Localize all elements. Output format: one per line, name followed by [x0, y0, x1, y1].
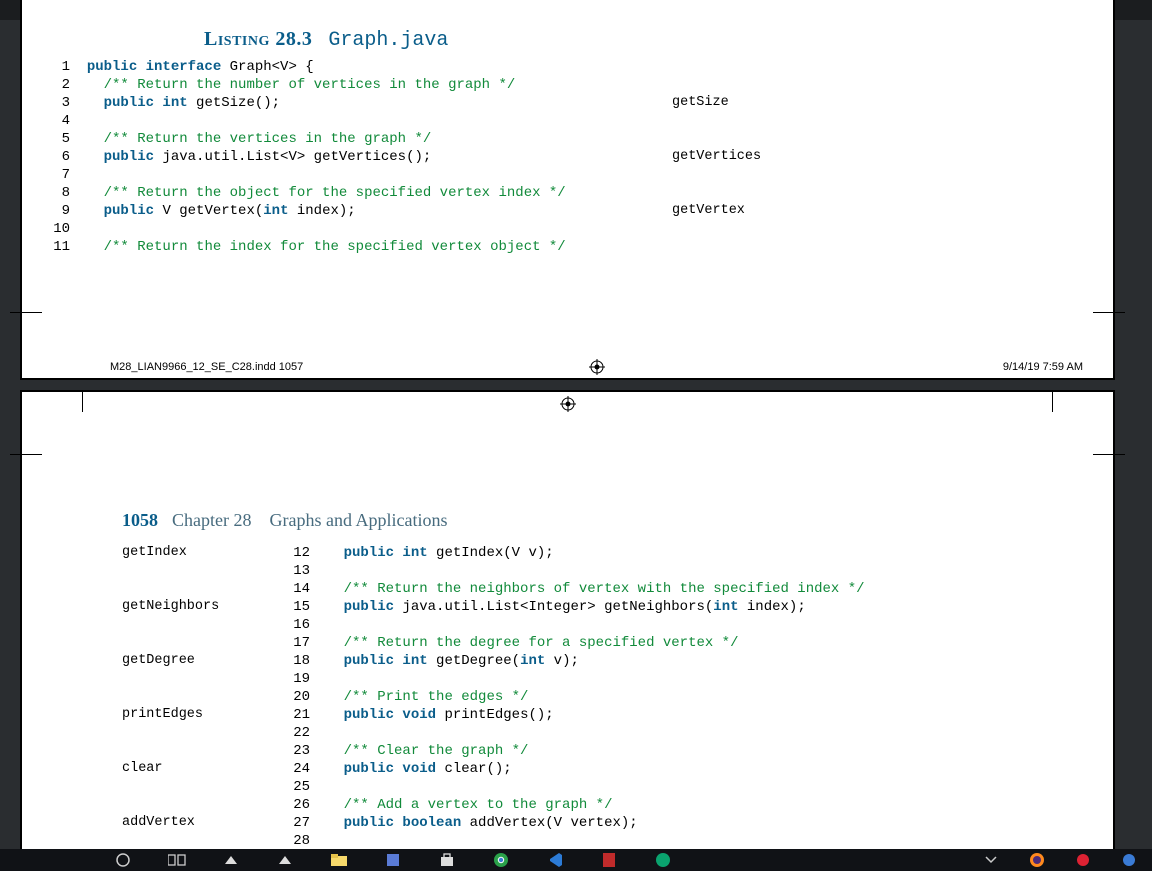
code-line: 9 public V getVertex(int index); [44, 202, 566, 220]
code-line: 26 /** Add a vertex to the graph */ [284, 796, 865, 814]
code-line: 8 /** Return the object for the specifie… [44, 184, 566, 202]
margin-note: getSize [672, 94, 761, 112]
file-explorer-icon[interactable] [326, 851, 352, 869]
margin-note [672, 166, 761, 184]
windows-taskbar[interactable] [0, 849, 1152, 871]
margin-note: clear [122, 760, 219, 778]
code-line: 4 [44, 112, 566, 130]
margin-note [122, 742, 219, 760]
code-line: 27 public boolean addVertex(V vertex); [284, 814, 865, 832]
margin-note [122, 562, 219, 580]
registration-mark-icon [589, 359, 605, 375]
code-line: 7 [44, 166, 566, 184]
code-line: 21 public void printEdges(); [284, 706, 865, 724]
chrome-icon[interactable] [488, 851, 514, 869]
footer-datetime: 9/14/19 7:59 AM [1003, 361, 1083, 373]
page-header: 1058 Chapter 28 Graphs and Applications [122, 510, 447, 531]
pdf-page-1: Listing 28.3 Graph.java 1 public interfa… [20, 0, 1115, 380]
listing-filename: Graph.java [328, 29, 448, 52]
code-line: 16 [284, 616, 865, 634]
page-footer: M28_LIAN9966_12_SE_C28.indd 1057 9/14/19… [110, 358, 1083, 376]
margin-note [122, 634, 219, 652]
app-icon[interactable] [218, 851, 244, 869]
margin-note: getDegree [122, 652, 219, 670]
pdf-reader-icon[interactable] [596, 851, 622, 869]
code-line: 23 /** Clear the graph */ [284, 742, 865, 760]
margin-note [672, 220, 761, 238]
app-icon[interactable] [650, 851, 676, 869]
margin-note [122, 670, 219, 688]
code-line: 13 [284, 562, 865, 580]
margin-note [672, 130, 761, 148]
code-listing-1: 1 public interface Graph<V> {2 /** Retur… [44, 58, 566, 256]
code-line: 19 [284, 670, 865, 688]
listing-heading: Listing 28.3 Graph.java [204, 28, 448, 52]
code-line: 5 /** Return the vertices in the graph *… [44, 130, 566, 148]
listing-label: Listing 28.3 [204, 28, 312, 50]
chapter-title: Graphs and Applications [269, 510, 447, 530]
tray-icon[interactable] [1070, 851, 1096, 869]
crop-mark [82, 390, 83, 412]
app-icon[interactable] [380, 851, 406, 869]
margin-note [672, 238, 761, 256]
task-view-icon[interactable] [164, 851, 190, 869]
margin-note [122, 580, 219, 598]
store-icon[interactable] [434, 851, 460, 869]
code-line: 11 /** Return the index for the specifie… [44, 238, 566, 256]
code-line: 12 public int getIndex(V v); [284, 544, 865, 562]
code-line: 10 [44, 220, 566, 238]
code-line: 14 /** Return the neighbors of vertex wi… [284, 580, 865, 598]
code-line: 17 /** Return the degree for a specified… [284, 634, 865, 652]
tray-icon[interactable] [1116, 851, 1142, 869]
code-line: 22 [284, 724, 865, 742]
code-line: 2 /** Return the number of vertices in t… [44, 76, 566, 94]
margin-note: addVertex [122, 814, 219, 832]
code-line: 1 public interface Graph<V> { [44, 58, 566, 76]
crop-mark [10, 454, 42, 455]
margin-annotations-2: getIndex getNeighbors getDegree printEdges c… [122, 544, 219, 868]
cortana-icon[interactable] [110, 851, 136, 869]
code-listing-2: 12 public int getIndex(V v);13 14 /** Re… [284, 544, 865, 850]
app-icon[interactable] [272, 851, 298, 869]
code-line: 20 /** Print the edges */ [284, 688, 865, 706]
margin-note: getVertex [672, 202, 761, 220]
vscode-icon[interactable] [542, 851, 568, 869]
margin-note: getNeighbors [122, 598, 219, 616]
margin-note [672, 76, 761, 94]
margin-note [672, 112, 761, 130]
firefox-icon[interactable] [1024, 851, 1050, 869]
margin-note [122, 724, 219, 742]
code-line: 6 public java.util.List<V> getVertices()… [44, 148, 566, 166]
code-line: 3 public int getSize(); [44, 94, 566, 112]
margin-note [122, 616, 219, 634]
margin-note [122, 778, 219, 796]
registration-mark-icon [560, 396, 576, 412]
crop-mark [1093, 454, 1125, 455]
code-line: 25 [284, 778, 865, 796]
footer-filestamp: M28_LIAN9966_12_SE_C28.indd 1057 [110, 361, 303, 373]
margin-annotations-1: getSize getVertices getVertex [672, 58, 761, 256]
crop-mark [1093, 312, 1125, 313]
page-number: 1058 [122, 510, 158, 530]
chapter-number: Chapter 28 [172, 510, 251, 530]
code-line: 28 [284, 832, 865, 850]
margin-note [122, 796, 219, 814]
margin-note [672, 184, 761, 202]
tray-icon[interactable] [978, 851, 1004, 869]
code-line: 18 public int getDegree(int v); [284, 652, 865, 670]
margin-note: printEdges [122, 706, 219, 724]
pdf-page-2: 1058 Chapter 28 Graphs and Applications … [20, 390, 1115, 850]
margin-note [122, 832, 219, 850]
code-line: 15 public java.util.List<Integer> getNei… [284, 598, 865, 616]
margin-note: getVertices [672, 148, 761, 166]
margin-note [122, 688, 219, 706]
crop-mark [10, 312, 42, 313]
margin-note: getIndex [122, 544, 219, 562]
code-line: 24 public void clear(); [284, 760, 865, 778]
margin-note [672, 58, 761, 76]
crop-mark [1052, 390, 1053, 412]
